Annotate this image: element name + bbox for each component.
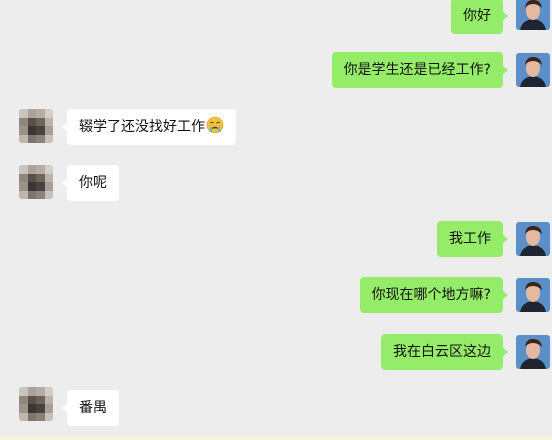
blurred-avatar-photo bbox=[19, 165, 53, 199]
avatar[interactable] bbox=[516, 53, 550, 87]
blurred-avatar-photo bbox=[19, 387, 53, 421]
user-avatar-photo bbox=[516, 335, 550, 369]
message-bubble[interactable]: 我工作 bbox=[437, 221, 508, 257]
message-text: 你好 bbox=[463, 8, 491, 24]
message-bubble[interactable]: 辍学了还没找好工作 bbox=[62, 109, 236, 145]
message-text: 我工作 bbox=[449, 231, 491, 247]
avatar[interactable] bbox=[516, 278, 550, 312]
message-bubble[interactable]: 你是学生还是已经工作? bbox=[331, 52, 509, 88]
user-avatar-photo bbox=[516, 53, 550, 87]
message-text: 我在白云区这边 bbox=[393, 344, 491, 360]
message-bubble[interactable]: 你呢 bbox=[62, 165, 119, 201]
user-avatar-photo bbox=[516, 222, 550, 256]
avatar[interactable] bbox=[19, 165, 53, 199]
chat-message-list[interactable]: 你好 你是学生还是已经工作? 辍学了还没找好工作 你呢 我工作 你现在哪个地方嘛… bbox=[0, 0, 552, 440]
message-text: 你呢 bbox=[79, 175, 107, 191]
message-bubble[interactable]: 番禺 bbox=[62, 390, 119, 426]
message-bubble[interactable]: 你好 bbox=[451, 0, 508, 34]
message-bubble[interactable]: 你现在哪个地方嘛? bbox=[359, 277, 509, 313]
message-text: 辍学了还没找好工作 bbox=[79, 119, 205, 135]
user-avatar-photo bbox=[516, 0, 550, 30]
message-text: 番禺 bbox=[79, 400, 107, 416]
message-text: 你是学生还是已经工作? bbox=[343, 62, 491, 78]
blurred-avatar-photo bbox=[19, 109, 53, 143]
avatar[interactable] bbox=[19, 387, 53, 421]
message-text: 你现在哪个地方嘛? bbox=[371, 287, 491, 303]
avatar[interactable] bbox=[516, 335, 550, 369]
avatar[interactable] bbox=[516, 0, 550, 30]
crying-face-icon bbox=[206, 116, 224, 134]
user-avatar-photo bbox=[516, 278, 550, 312]
avatar[interactable] bbox=[516, 222, 550, 256]
avatar[interactable] bbox=[19, 109, 53, 143]
message-bubble[interactable]: 我在白云区这边 bbox=[381, 334, 508, 370]
